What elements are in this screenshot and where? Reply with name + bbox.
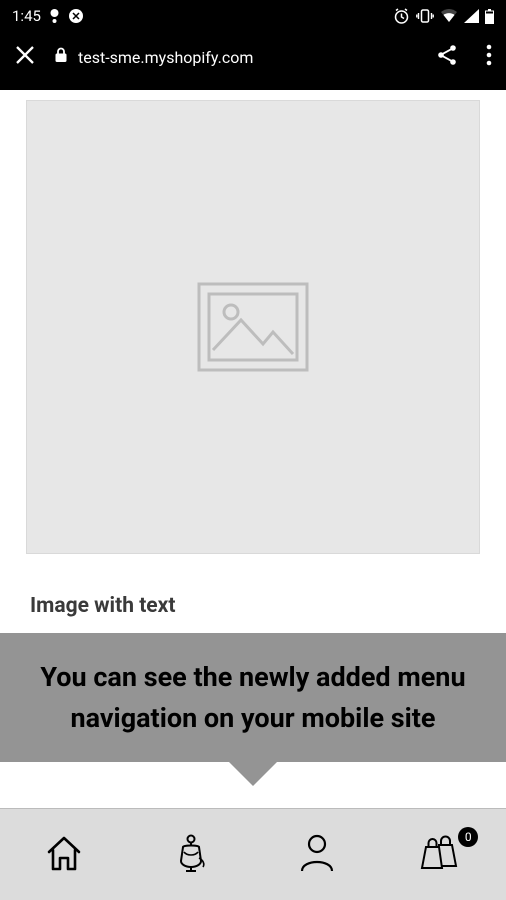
android-status-bar: 1:45 [0, 0, 506, 32]
share-icon[interactable] [436, 44, 458, 70]
browser-chrome: test-sme.myshopify.com [0, 32, 506, 90]
status-left: 1:45 [12, 7, 84, 25]
section-heading: Image with text [30, 594, 506, 618]
nav-catalog[interactable] [169, 831, 213, 879]
nav-home[interactable] [42, 831, 86, 879]
url-text: test-sme.myshopify.com [78, 48, 253, 67]
image-placeholder-icon [197, 282, 309, 372]
cell-icon [464, 9, 479, 23]
mannequin-icon [169, 831, 213, 875]
cart-badge: 0 [458, 827, 478, 847]
person-icon [297, 831, 337, 875]
nav-cart[interactable]: 0 [420, 833, 464, 877]
tooltip-text: You can see the newly added menu navigat… [6, 657, 500, 738]
url-bar[interactable]: test-sme.myshopify.com [54, 47, 418, 67]
clock: 1:45 [12, 7, 41, 25]
avast-icon [68, 8, 84, 24]
alarm-icon [393, 8, 410, 25]
image-placeholder [26, 100, 480, 554]
status-right [393, 8, 494, 25]
close-icon[interactable] [14, 44, 36, 70]
overflow-menu-icon[interactable] [486, 44, 492, 70]
nav-account[interactable] [297, 831, 337, 879]
exclaim-icon [49, 9, 60, 23]
wifi-icon [440, 9, 458, 23]
battery-icon [485, 9, 494, 24]
home-icon [42, 831, 86, 875]
lock-icon [54, 47, 68, 67]
vibrate-icon [416, 8, 434, 24]
instruction-tooltip: You can see the newly added menu navigat… [0, 633, 506, 762]
bottom-navigation: 0 [0, 808, 506, 900]
